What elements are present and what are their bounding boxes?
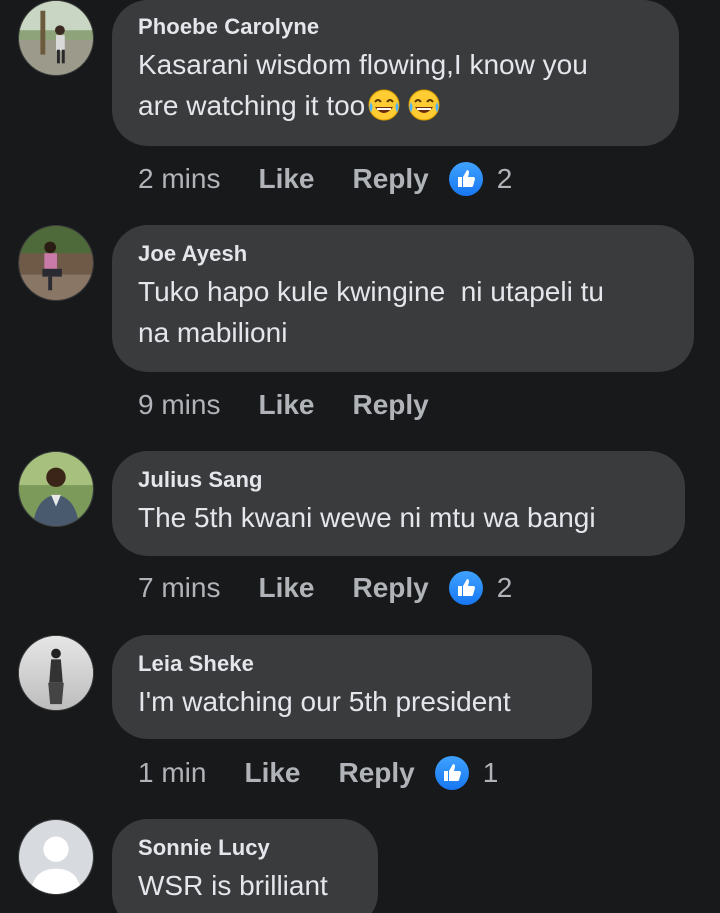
reaction-summary[interactable]: 2	[448, 162, 513, 196]
reaction-summary[interactable]: 2	[448, 571, 513, 605]
comment-actions: 2 mins Like Reply 2	[138, 159, 512, 199]
avatar[interactable]	[18, 635, 94, 711]
avatar[interactable]	[18, 451, 94, 527]
reply-button[interactable]: Reply	[353, 389, 429, 421]
comment-author[interactable]: Leia Sheke	[138, 651, 566, 677]
reply-button[interactable]: Reply	[353, 572, 429, 604]
comment-text-line: Tuko hapo kule kwingine ni utapeli tu	[138, 276, 604, 307]
default-avatar-icon	[19, 820, 93, 894]
comment-author[interactable]: Sonnie Lucy	[138, 835, 352, 861]
comment-text-line: are watching it too	[138, 90, 366, 121]
comment-bubble: Leia Sheke I'm watching our 5th presiden…	[112, 635, 592, 739]
comment-timestamp: 1 min	[138, 757, 207, 788]
like-icon	[448, 571, 483, 605]
reaction-count: 2	[496, 572, 513, 603]
laughing-crying-emoji-icon	[367, 88, 401, 122]
like-icon	[434, 756, 469, 790]
like-button[interactable]: Like	[258, 572, 314, 604]
like-button[interactable]: Like	[258, 163, 314, 195]
comment-text: Tuko hapo kule kwingine ni utapeli tu na …	[138, 271, 668, 353]
comment-text: The 5th kwani wewe ni mtu wa bangi	[138, 502, 596, 533]
comment-text: Kasarani wisdom flowing,I know you are wa…	[138, 44, 653, 126]
comment-actions: 9 mins Like Reply	[138, 385, 467, 425]
like-button[interactable]: Like	[244, 757, 300, 789]
like-icon	[448, 162, 483, 196]
avatar[interactable]	[18, 819, 94, 895]
comment-author[interactable]: Joe Ayesh	[138, 241, 668, 267]
avatar-photo	[19, 1, 93, 75]
comment-bubble: Julius Sang The 5th kwani wewe ni mtu wa…	[112, 451, 685, 556]
comment-actions: 1 min Like Reply 1	[138, 753, 498, 793]
comment-bubble: Sonnie Lucy WSR is brilliant	[112, 819, 378, 913]
comment-author[interactable]: Julius Sang	[138, 467, 659, 493]
laughing-crying-emoji-icon	[407, 88, 441, 122]
reply-button[interactable]: Reply	[339, 757, 415, 789]
reaction-count: 2	[496, 163, 513, 194]
comment-text-line: na mabilioni	[138, 317, 288, 348]
avatar[interactable]	[18, 225, 94, 301]
avatar-photo	[19, 452, 93, 526]
comment-author[interactable]: Phoebe Carolyne	[138, 14, 653, 40]
like-button[interactable]: Like	[258, 389, 314, 421]
comment-text-line: Kasarani wisdom flowing,I know you	[138, 49, 588, 80]
reaction-count: 1	[482, 757, 499, 788]
comment-text: I'm watching our 5th president	[138, 686, 511, 717]
avatar[interactable]	[18, 0, 94, 76]
comment-timestamp: 2 mins	[138, 163, 221, 194]
comment-actions: 7 mins Like Reply 2	[138, 568, 512, 608]
reply-button[interactable]: Reply	[353, 163, 429, 195]
avatar-photo	[19, 636, 93, 710]
comment-timestamp: 9 mins	[138, 389, 221, 420]
comment-timestamp: 7 mins	[138, 572, 221, 603]
comment-bubble: Phoebe Carolyne Kasarani wisdom flowing,…	[112, 0, 679, 146]
avatar-photo	[19, 226, 93, 300]
comment-bubble: Joe Ayesh Tuko hapo kule kwingine ni uta…	[112, 225, 694, 372]
comment-text: WSR is brilliant	[138, 870, 328, 901]
reaction-summary[interactable]: 1	[434, 756, 499, 790]
